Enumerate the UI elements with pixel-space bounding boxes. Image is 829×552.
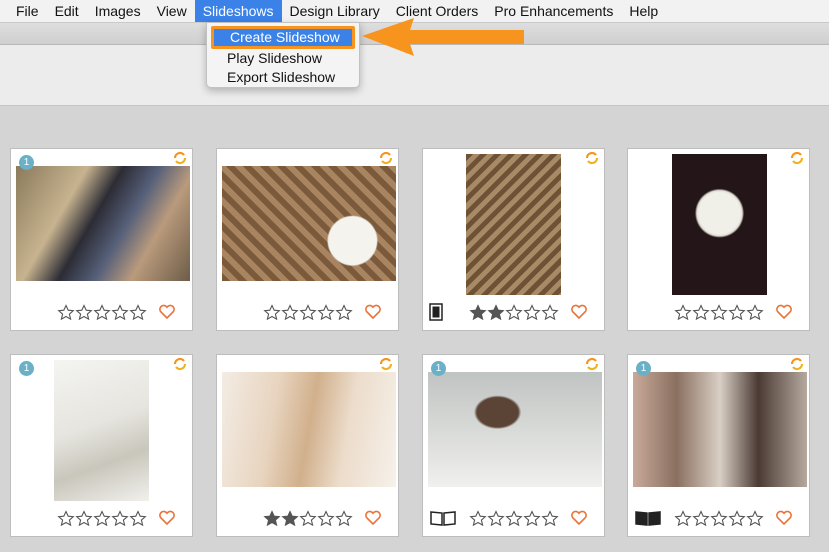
star-empty-icon[interactable] — [317, 510, 335, 526]
heart-icon[interactable] — [158, 304, 176, 320]
sync-icon — [585, 151, 599, 165]
star-empty-icon[interactable] — [75, 510, 93, 526]
photo-card-7[interactable]: 1 — [422, 354, 605, 537]
star-empty-icon[interactable] — [129, 304, 147, 320]
photo-card-1[interactable]: 1 — [10, 148, 193, 331]
star-empty-icon[interactable] — [335, 510, 353, 526]
star-empty-icon[interactable] — [111, 304, 129, 320]
star-empty-icon[interactable] — [299, 304, 317, 320]
heart-icon[interactable] — [570, 304, 588, 320]
star-rating[interactable] — [674, 510, 764, 526]
create-slideshow-item[interactable]: Create Slideshow — [211, 26, 355, 49]
photo-signing-document — [54, 360, 149, 501]
menu-edit[interactable]: Edit — [47, 0, 87, 22]
star-empty-icon[interactable] — [692, 304, 710, 320]
star-filled-icon[interactable] — [487, 304, 505, 320]
star-empty-icon[interactable] — [57, 510, 75, 526]
sync-icon — [173, 357, 187, 371]
star-rating[interactable] — [469, 304, 559, 320]
star-filled-icon[interactable] — [469, 304, 487, 320]
star-empty-icon[interactable] — [469, 510, 487, 526]
menu-file[interactable]: File — [0, 0, 47, 22]
count-badge: 1 — [636, 361, 651, 376]
tablet-icon — [429, 303, 443, 321]
star-rating[interactable] — [57, 304, 147, 320]
photo-dress-detail — [222, 372, 396, 487]
star-empty-icon[interactable] — [541, 510, 559, 526]
menu-slideshows[interactable]: Slideshows — [194, 0, 282, 22]
star-filled-icon[interactable] — [281, 510, 299, 526]
photo-card-2[interactable] — [216, 148, 399, 331]
count-badge: 1 — [19, 155, 34, 170]
star-empty-icon[interactable] — [281, 304, 299, 320]
star-filled-icon[interactable] — [263, 510, 281, 526]
star-empty-icon[interactable] — [93, 510, 111, 526]
closed-book-icon — [635, 511, 661, 526]
photo-bride-family — [633, 372, 807, 487]
heart-icon[interactable] — [570, 510, 588, 526]
star-empty-icon[interactable] — [692, 510, 710, 526]
star-empty-icon[interactable] — [746, 510, 764, 526]
heart-icon[interactable] — [158, 510, 176, 526]
open-book-icon — [430, 511, 456, 526]
heart-icon[interactable] — [364, 304, 382, 320]
photo-bride-robe — [428, 372, 602, 487]
star-rating[interactable] — [263, 510, 353, 526]
photo-card-4[interactable] — [627, 148, 810, 331]
photo-card-8[interactable]: 1 — [627, 354, 810, 537]
photo-card-3[interactable] — [422, 148, 605, 331]
star-empty-icon[interactable] — [57, 304, 75, 320]
sync-icon — [379, 151, 393, 165]
star-empty-icon[interactable] — [129, 510, 147, 526]
star-empty-icon[interactable] — [111, 510, 129, 526]
photo-boutonnieres-basket — [222, 166, 396, 281]
star-empty-icon[interactable] — [674, 304, 692, 320]
heart-icon[interactable] — [775, 510, 793, 526]
count-badge: 1 — [19, 361, 34, 376]
star-empty-icon[interactable] — [505, 304, 523, 320]
star-empty-icon[interactable] — [487, 510, 505, 526]
star-empty-icon[interactable] — [541, 304, 559, 320]
photo-bouquet-dark — [672, 154, 767, 295]
menu-images[interactable]: Images — [87, 0, 149, 22]
star-rating[interactable] — [469, 510, 559, 526]
star-empty-icon[interactable] — [317, 304, 335, 320]
star-empty-icon[interactable] — [523, 510, 541, 526]
star-empty-icon[interactable] — [728, 510, 746, 526]
menu-help[interactable]: Help — [621, 0, 666, 22]
star-empty-icon[interactable] — [710, 510, 728, 526]
star-rating[interactable] — [674, 304, 764, 320]
sync-icon — [790, 151, 804, 165]
heart-icon[interactable] — [364, 510, 382, 526]
star-empty-icon[interactable] — [335, 304, 353, 320]
star-empty-icon[interactable] — [299, 510, 317, 526]
heart-icon[interactable] — [775, 304, 793, 320]
star-empty-icon[interactable] — [728, 304, 746, 320]
star-empty-icon[interactable] — [674, 510, 692, 526]
star-empty-icon[interactable] — [710, 304, 728, 320]
sync-icon — [379, 357, 393, 371]
slideshows-menu: Create Slideshow Play Slideshow Export S… — [206, 22, 360, 88]
star-rating[interactable] — [263, 304, 353, 320]
star-rating[interactable] — [57, 510, 147, 526]
star-empty-icon[interactable] — [75, 304, 93, 320]
photo-boutonnieres-closeup — [466, 154, 561, 295]
star-empty-icon[interactable] — [93, 304, 111, 320]
star-empty-icon[interactable] — [263, 304, 281, 320]
count-badge: 1 — [431, 361, 446, 376]
star-empty-icon[interactable] — [523, 304, 541, 320]
photo-card-6[interactable] — [216, 354, 399, 537]
photo-card-5[interactable]: 1 — [10, 354, 193, 537]
play-slideshow-item[interactable]: Play Slideshow — [207, 49, 359, 68]
export-slideshow-item[interactable]: Export Slideshow — [207, 68, 359, 87]
star-empty-icon[interactable] — [746, 304, 764, 320]
menu-view[interactable]: View — [149, 0, 195, 22]
sync-icon — [173, 151, 187, 165]
sync-icon — [790, 357, 804, 371]
callout-arrow-icon — [362, 18, 524, 56]
photo-couple-embrace — [16, 166, 190, 281]
star-empty-icon[interactable] — [505, 510, 523, 526]
sync-icon — [585, 357, 599, 371]
